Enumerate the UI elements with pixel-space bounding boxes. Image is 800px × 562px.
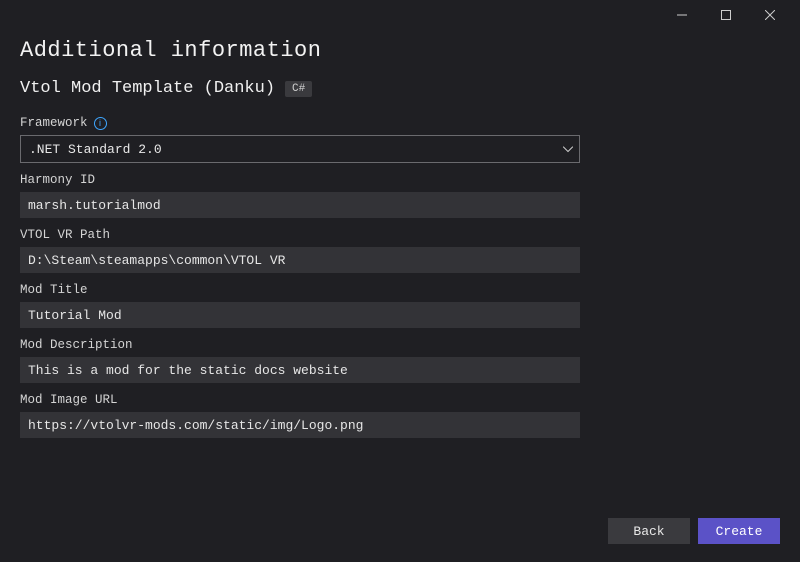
create-button[interactable]: Create	[698, 518, 780, 544]
harmony-id-label: Harmony ID	[20, 173, 95, 187]
mod-title-label: Mod Title	[20, 283, 88, 297]
mod-image-url-label: Mod Image URL	[20, 393, 118, 407]
maximize-button[interactable]	[704, 0, 748, 30]
mod-description-input[interactable]: This is a mod for the static docs websit…	[20, 357, 580, 383]
template-header: Vtol Mod Template (Danku) C#	[20, 79, 780, 98]
footer-buttons: Back Create	[608, 518, 780, 544]
mod-description-field: Mod Description This is a mod for the st…	[20, 338, 780, 383]
mod-image-url-input[interactable]: https://vtolvr-mods.com/static/img/Logo.…	[20, 412, 580, 438]
framework-value: .NET Standard 2.0	[29, 142, 162, 157]
harmony-id-field: Harmony ID marsh.tutorialmod	[20, 173, 780, 218]
close-button[interactable]	[748, 0, 792, 30]
mod-title-input[interactable]: Tutorial Mod	[20, 302, 580, 328]
mod-description-label: Mod Description	[20, 338, 133, 352]
harmony-id-input[interactable]: marsh.tutorialmod	[20, 192, 580, 218]
framework-field: Framework i .NET Standard 2.0	[20, 116, 780, 163]
chevron-down-icon	[563, 142, 573, 157]
back-button[interactable]: Back	[608, 518, 690, 544]
vr-path-input[interactable]: D:\Steam\steamapps\common\VTOL VR	[20, 247, 580, 273]
mod-image-url-field: Mod Image URL https://vtolvr-mods.com/st…	[20, 393, 780, 438]
minimize-button[interactable]	[660, 0, 704, 30]
form-content: Vtol Mod Template (Danku) C# Framework i…	[0, 79, 800, 438]
language-tag: C#	[285, 81, 312, 97]
framework-select[interactable]: .NET Standard 2.0	[20, 135, 580, 163]
template-name: Vtol Mod Template (Danku)	[20, 79, 275, 98]
mod-title-field: Mod Title Tutorial Mod	[20, 283, 780, 328]
window-titlebar	[0, 0, 800, 30]
vr-path-label: VTOL VR Path	[20, 228, 110, 242]
info-icon[interactable]: i	[94, 117, 107, 130]
vr-path-field: VTOL VR Path D:\Steam\steamapps\common\V…	[20, 228, 780, 273]
framework-label: Framework	[20, 116, 88, 130]
page-title: Additional information	[0, 30, 800, 79]
